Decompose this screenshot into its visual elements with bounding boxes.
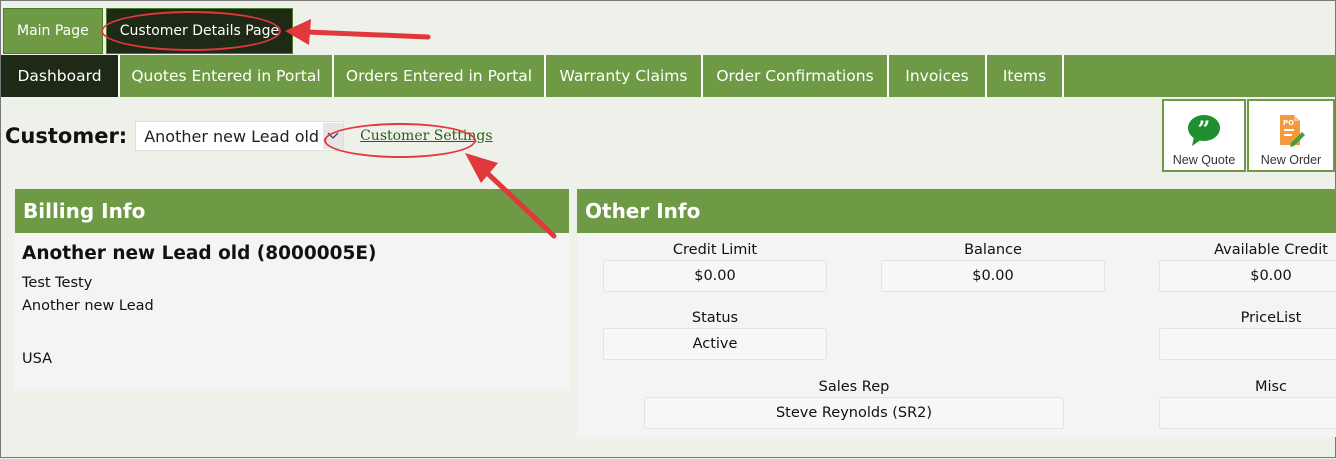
nav-tab-orders[interactable]: Orders Entered in Portal — [334, 55, 546, 97]
svg-text:”: ” — [1198, 117, 1211, 143]
nav-tab-invoices[interactable]: Invoices — [889, 55, 987, 97]
po-document-icon: PO — [1276, 113, 1306, 151]
misc-value — [1159, 397, 1336, 429]
billing-company: Another new Lead — [22, 298, 154, 314]
pricelist-label: PriceList — [1240, 310, 1302, 326]
billing-contact: Test Testy — [22, 275, 93, 291]
customer-selected-value: Another new Lead old — [144, 126, 320, 146]
svg-text:PO: PO — [1283, 119, 1294, 127]
status-label: Status — [691, 310, 739, 326]
billing-panel: Billing Info Another new Lead old (80000… — [15, 189, 569, 391]
top-tab-bar: Main Page Customer Details Page — [3, 8, 296, 54]
available-credit-value: $0.00 — [1159, 260, 1336, 292]
tab-customer-details-page[interactable]: Customer Details Page — [105, 8, 294, 54]
new-quote-button[interactable]: ” New Quote — [1162, 99, 1246, 172]
nav-tab-order-confirmations[interactable]: Order Confirmations — [703, 55, 889, 97]
other-info-header: Other Info — [577, 189, 1336, 233]
balance-value: $0.00 — [881, 260, 1105, 292]
new-order-button[interactable]: PO New Order — [1247, 99, 1335, 172]
chevron-down-icon — [323, 123, 344, 149]
tab-main-page[interactable]: Main Page — [3, 8, 103, 54]
pricelist-value — [1159, 328, 1336, 360]
billing-header: Billing Info — [15, 189, 569, 233]
main-nav: Dashboard Quotes Entered in Portal Order… — [1, 55, 1336, 97]
customer-settings-link[interactable]: Customer Settings — [360, 128, 492, 144]
billing-country: USA — [22, 351, 53, 367]
customer-label: Customer: — [5, 124, 128, 148]
new-quote-label: New Quote — [1172, 153, 1236, 167]
credit-limit-value: $0.00 — [603, 260, 827, 292]
sales-rep-label: Sales Rep — [818, 379, 890, 395]
nav-tab-items[interactable]: Items — [987, 55, 1064, 97]
billing-name: Another new Lead old (8000005E) — [22, 243, 377, 264]
nav-tab-dashboard[interactable]: Dashboard — [1, 55, 120, 97]
available-credit-label: Available Credit — [1214, 242, 1328, 258]
balance-label: Balance — [964, 242, 1022, 258]
nav-tab-quotes[interactable]: Quotes Entered in Portal — [120, 55, 334, 97]
sales-rep-value: Steve Reynolds (SR2) — [644, 397, 1064, 429]
status-value: Active — [603, 328, 827, 360]
other-info-panel: Other Info Credit Limit $0.00 Balance $0… — [577, 189, 1336, 437]
arrow-left-icon — [285, 19, 431, 45]
customer-select[interactable]: Another new Lead old — [135, 121, 345, 151]
new-order-label: New Order — [1260, 153, 1322, 167]
misc-label: Misc — [1254, 379, 1288, 395]
customer-row: Customer: Another new Lead old Customer … — [5, 121, 493, 151]
credit-limit-label: Credit Limit — [672, 242, 758, 258]
nav-tab-warranty[interactable]: Warranty Claims — [546, 55, 703, 97]
quote-bubble-icon: ” — [1186, 113, 1222, 151]
